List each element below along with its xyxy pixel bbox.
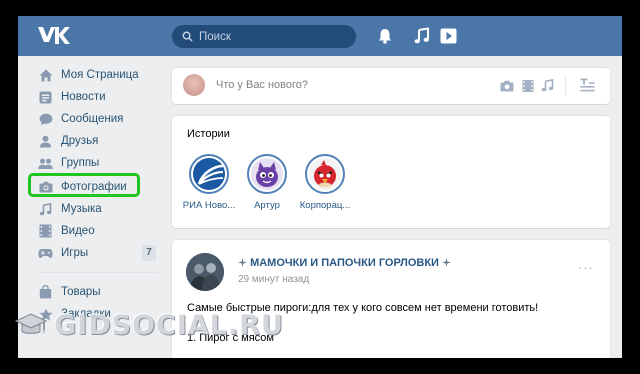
ria-logo-avatar (193, 158, 225, 190)
sidebar-item-video[interactable]: Видео (28, 220, 158, 242)
film-icon[interactable] (522, 79, 534, 93)
sidebar-item-label: Видео (61, 225, 95, 237)
story-ring (247, 154, 287, 194)
sidebar-item-label: Группы (61, 157, 100, 169)
bell-icon[interactable] (376, 27, 394, 45)
news-icon (38, 90, 53, 105)
sidebar-item-games[interactable]: Игры 7 (28, 242, 158, 264)
music-note-icon[interactable] (413, 27, 431, 45)
story-name: РИА Ново... (182, 200, 236, 211)
sidebar-item-friends[interactable]: Друзья (28, 130, 158, 152)
post-more-button[interactable]: ··· (578, 260, 594, 275)
vk-window: Моя Страница Новости Сообщения Друзья Гр… (18, 16, 622, 358)
sidebar-item-label: Игры (61, 247, 89, 259)
graduation-cap-icon (14, 312, 48, 334)
games-count-badge: 7 (142, 245, 156, 261)
bag-icon (38, 285, 53, 300)
sidebar-item-label: Моя Страница (61, 69, 139, 81)
sparkle-icon (442, 258, 452, 267)
sidebar-item-goods[interactable]: Товары (28, 281, 158, 303)
story-name: Корпорац... (299, 200, 351, 211)
text-format-icon[interactable] (580, 78, 595, 92)
sidebar-item-label: Друзья (61, 135, 99, 147)
sidebar-divider (38, 272, 158, 273)
gamepad-icon (38, 246, 53, 261)
sidebar-item-my-page[interactable]: Моя Страница (28, 64, 158, 86)
sidebar-item-music[interactable]: Музыка (28, 198, 158, 220)
story-item[interactable]: РИА Ново... (181, 154, 237, 211)
music-note-icon[interactable] (541, 79, 554, 92)
post-composer[interactable]: Что у Вас нового? (172, 68, 610, 104)
purple-creature-avatar (251, 158, 283, 190)
composer-placeholder[interactable]: Что у Вас нового? (216, 79, 308, 91)
vk-logo-icon[interactable] (36, 24, 70, 46)
red-bird-avatar (309, 158, 341, 190)
story-item[interactable]: Корпорац... (297, 154, 353, 211)
home-icon (38, 68, 53, 83)
post-time[interactable]: 29 минут назад (238, 274, 309, 285)
film-icon (38, 224, 53, 239)
sidebar-item-label: Товары (61, 286, 101, 298)
search-input[interactable] (199, 30, 339, 43)
camera-icon[interactable] (500, 80, 514, 92)
sidebar-item-label: Новости (61, 91, 106, 103)
story-ring (305, 154, 345, 194)
search-box[interactable] (172, 25, 356, 48)
stories-block: Истории РИА Ново... Артур Корпорац... (172, 116, 610, 228)
sparkle-icon (238, 258, 247, 267)
watermark: GIDSOCIAL.RU (14, 310, 284, 341)
sidebar-item-groups[interactable]: Группы (28, 152, 158, 174)
search-icon (182, 31, 193, 42)
sidebar-item-label: Музыка (61, 203, 102, 215)
photos-highlight-frame (28, 173, 140, 197)
person-icon (38, 134, 53, 149)
avatar[interactable] (183, 74, 205, 96)
post-group-label: МАМОЧКИ И ПАПОЧКИ ГОРЛОВКИ (250, 257, 439, 269)
story-ring (189, 154, 229, 194)
story-item[interactable]: Артур (239, 154, 295, 211)
people-icon (38, 156, 53, 171)
chat-icon (38, 112, 53, 127)
stories-title: Истории (187, 128, 230, 140)
sidebar-item-label: Сообщения (61, 113, 124, 125)
play-icon[interactable] (440, 27, 457, 45)
sidebar-item-messages[interactable]: Сообщения (28, 108, 158, 130)
story-name: Артур (254, 200, 280, 211)
group-avatar[interactable] (186, 253, 224, 291)
top-bar (18, 16, 622, 56)
post-group-name[interactable]: МАМОЧКИ И ПАПОЧКИ ГОРЛОВКИ (238, 257, 452, 269)
music-note-icon (38, 202, 53, 217)
watermark-text: GIDSOCIAL.RU (54, 310, 284, 341)
sidebar-item-news[interactable]: Новости (28, 86, 158, 108)
composer-divider (565, 76, 566, 96)
